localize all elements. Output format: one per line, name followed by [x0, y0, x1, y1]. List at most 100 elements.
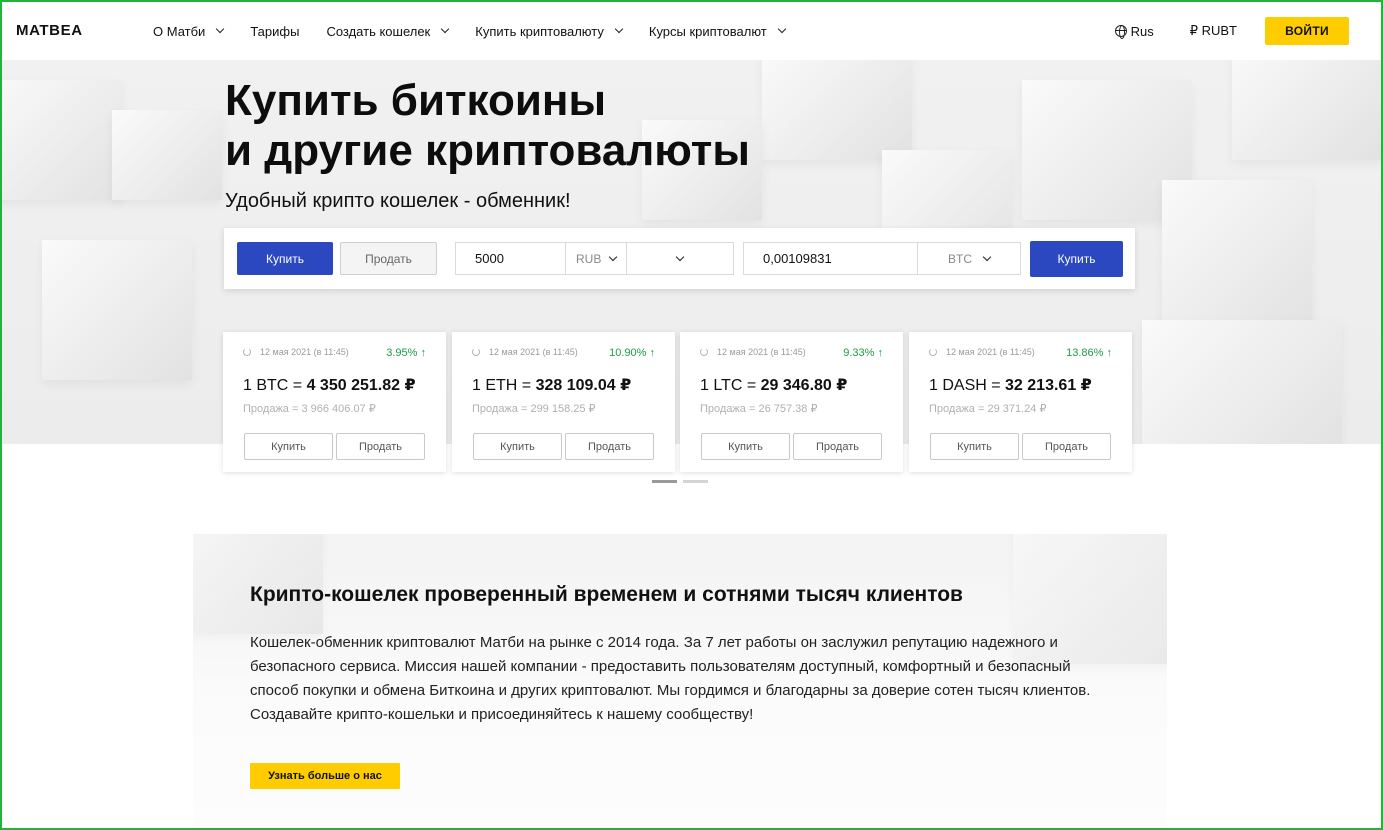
language-switcher[interactable]: Rus	[1114, 23, 1154, 39]
chevron-down-icon	[441, 24, 450, 34]
language-label: Rus	[1130, 23, 1154, 39]
card-sell-button[interactable]: Продать	[793, 433, 882, 460]
nav-item-label: Создать кошелек	[326, 23, 431, 39]
nav-item-label: Тарифы	[250, 23, 300, 39]
rate-date-text: 12 мая 2021 (в 11:45)	[260, 347, 349, 357]
learn-more-button[interactable]: Узнать больше о нас	[250, 763, 400, 789]
rate-timestamp: 12 мая 2021 (в 11:45)	[929, 347, 1035, 357]
about-title: Крипто-кошелек проверенный временем и со…	[250, 583, 963, 606]
rate-card-btc: 12 мая 2021 (в 11:45) 3.95% ↑ 1 BTC = 4 …	[223, 332, 446, 472]
chevron-down-icon	[614, 24, 624, 34]
background-cube	[1142, 320, 1342, 444]
hero-subtitle: Удобный крипто кошелек - обменник!	[225, 190, 571, 212]
rate-price: 1 DASH = 32 213.61 ₽	[929, 375, 1092, 395]
nav-item-label: Купить криптовалюту	[475, 23, 604, 39]
rate-pair: 1 ETH =	[472, 377, 536, 394]
about-text: Кошелек-обменник криптовалют Матби на ры…	[250, 631, 1120, 727]
rate-timestamp: 12 мая 2021 (в 11:45)	[472, 347, 578, 357]
nav-item-create-wallet[interactable]: Создать кошелек	[326, 23, 450, 39]
rate-value: 4 350 251.82 ₽	[306, 377, 416, 394]
get-amount-input[interactable]	[744, 251, 917, 266]
site-logo[interactable]: MATBEA	[16, 22, 83, 39]
exchange-form: Купить Продать RUB BTC Купить	[224, 228, 1135, 289]
hero-title: Купить биткоины и другие криптовалюты	[225, 76, 750, 176]
nav-item-crypto-rates[interactable]: Курсы криптовалют	[648, 23, 786, 39]
rate-sell-price: Продажа = 299 158.25 ₽	[472, 403, 596, 415]
rate-value: 29 346.80 ₽	[760, 377, 848, 394]
give-currency-value: RUB	[576, 251, 602, 266]
rate-pair: 1 BTC =	[243, 377, 307, 394]
payment-method-select[interactable]	[626, 242, 734, 275]
rate-sell-price: Продажа = 26 757.38 ₽	[700, 403, 818, 415]
rate-pair: 1 LTC =	[700, 377, 761, 394]
give-amount-field[interactable]	[455, 242, 566, 275]
about-text-line: Создавайте крипто-кошельки и присоединяй…	[250, 706, 754, 723]
card-buy-button[interactable]: Купить	[244, 433, 333, 460]
get-currency-value: BTC	[948, 251, 972, 266]
get-currency-select[interactable]: BTC	[917, 242, 1021, 275]
background-cube	[762, 60, 912, 160]
chevron-down-icon	[609, 252, 618, 261]
about-text-line: Кошелек-обменник криптовалют Матби на ры…	[250, 634, 1058, 651]
refresh-icon	[243, 348, 251, 356]
card-sell-button[interactable]: Продать	[1022, 433, 1111, 460]
rate-card-eth: 12 мая 2021 (в 11:45) 10.90% ↑ 1 ETH = 3…	[452, 332, 675, 472]
rate-card-dash: 12 мая 2021 (в 11:45) 13.86% ↑ 1 DASH = …	[909, 332, 1132, 472]
rate-pair: 1 DASH =	[929, 377, 1006, 394]
nav-item-label: Курсы криптовалют	[648, 23, 767, 39]
rate-change: 10.90% ↑	[609, 347, 655, 359]
main-nav: О Матби Тарифы Создать кошелек Купить кр…	[153, 2, 812, 60]
hero-title-line: и другие криптовалюты	[225, 126, 750, 175]
card-buy-button[interactable]: Купить	[473, 433, 562, 460]
refresh-icon	[929, 348, 937, 356]
chevron-down-icon	[982, 252, 992, 261]
login-button[interactable]: ВОЙТИ	[1265, 17, 1349, 45]
rate-timestamp: 12 мая 2021 (в 11:45)	[700, 347, 806, 357]
chevron-down-icon	[777, 24, 786, 34]
rate-change: 9.33% ↑	[843, 347, 883, 359]
rate-date-text: 12 мая 2021 (в 11:45)	[489, 347, 578, 357]
card-sell-button[interactable]: Продать	[565, 433, 654, 460]
about-section: Крипто-кошелек проверенный временем и со…	[193, 534, 1167, 830]
rate-value: 32 213.61 ₽	[1005, 377, 1092, 394]
rate-sell-price: Продажа = 29 371.24 ₽	[929, 403, 1047, 415]
nav-item-buy-crypto[interactable]: Купить криптовалюту	[475, 23, 624, 39]
rate-price: 1 LTC = 29 346.80 ₽	[700, 375, 847, 395]
rate-sell-price: Продажа = 3 966 406.07 ₽	[243, 403, 376, 415]
header-tools: Rus ₽ RUBT ВОЙТИ	[1114, 2, 1349, 60]
carousel-pagination	[652, 480, 714, 483]
nav-item-label: О Матби	[153, 23, 206, 39]
carousel-dot[interactable]	[683, 480, 708, 483]
background-cube	[1162, 180, 1312, 330]
nav-item-tariffs[interactable]: Тарифы	[250, 24, 299, 39]
about-text-line: способ покупки и обмена Биткоина и други…	[250, 682, 1091, 699]
background-cube	[1232, 60, 1381, 160]
background-cube	[2, 80, 122, 200]
rate-change: 3.95% ↑	[386, 347, 426, 359]
rate-price: 1 BTC = 4 350 251.82 ₽	[243, 375, 416, 395]
give-amount-input[interactable]	[456, 251, 565, 266]
rate-date-text: 12 мая 2021 (в 11:45)	[717, 347, 806, 357]
globe-icon	[1114, 25, 1127, 39]
sell-tab[interactable]: Продать	[340, 242, 437, 275]
about-text-line: безопасного сервиса. Миссия нашей компан…	[250, 658, 1071, 675]
currency-switcher[interactable]: ₽ RUBT	[1190, 23, 1237, 39]
buy-tab[interactable]: Купить	[237, 242, 333, 275]
card-buy-button[interactable]: Купить	[930, 433, 1019, 460]
rate-card-ltc: 12 мая 2021 (в 11:45) 9.33% ↑ 1 LTC = 29…	[680, 332, 903, 472]
background-cube	[112, 110, 222, 200]
card-buy-button[interactable]: Купить	[701, 433, 790, 460]
refresh-icon	[700, 348, 708, 356]
rate-price: 1 ETH = 328 109.04 ₽	[472, 375, 631, 395]
rate-change: 13.86% ↑	[1066, 347, 1112, 359]
hero-title-line: Купить биткоины	[225, 76, 607, 125]
nav-item-about[interactable]: О Матби	[153, 23, 225, 39]
give-currency-select[interactable]: RUB	[565, 242, 627, 275]
rate-timestamp: 12 мая 2021 (в 11:45)	[243, 347, 349, 357]
card-sell-button[interactable]: Продать	[336, 433, 425, 460]
exchange-buy-button[interactable]: Купить	[1030, 241, 1123, 277]
refresh-icon	[472, 348, 480, 356]
top-header: MATBEA О Матби Тарифы Создать кошелек Ку…	[2, 2, 1381, 60]
carousel-dot-active[interactable]	[652, 480, 677, 483]
get-amount-field[interactable]	[743, 242, 918, 275]
